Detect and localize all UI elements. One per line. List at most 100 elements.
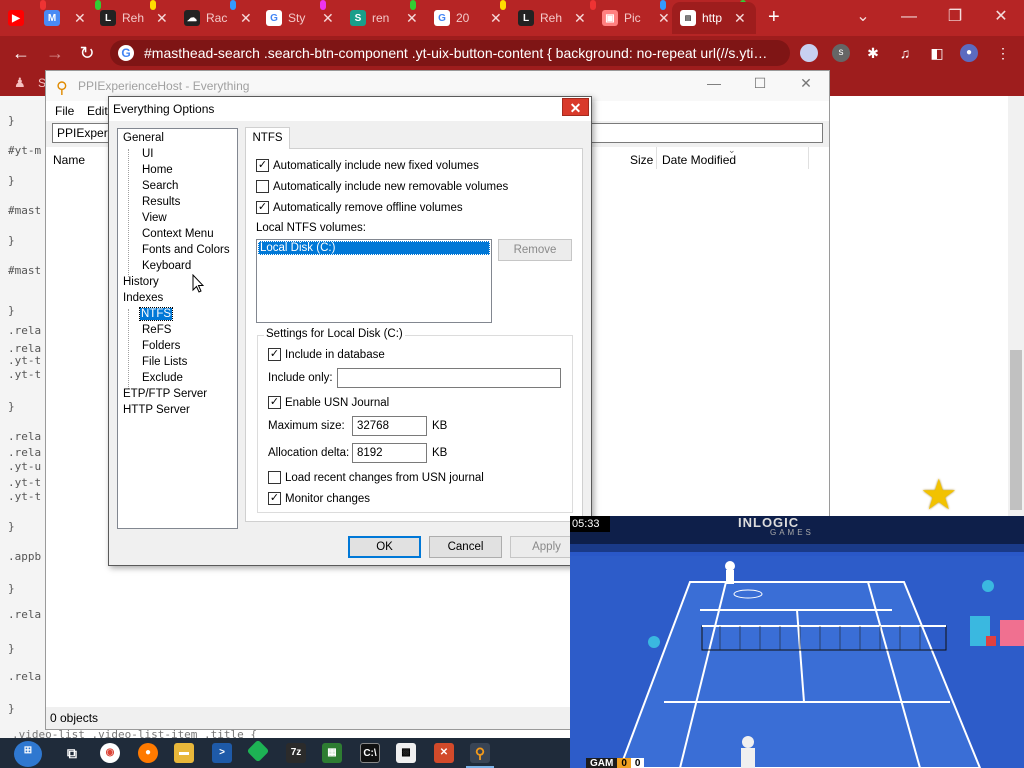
- tree-item-exclude[interactable]: Exclude: [142, 372, 183, 384]
- app-x-icon[interactable]: ✕: [434, 743, 454, 763]
- qr-icon[interactable]: ▩: [396, 743, 416, 763]
- tab-title: Rac: [206, 11, 228, 25]
- close-icon[interactable]: ✕: [574, 10, 586, 27]
- reload-icon[interactable]: ↻: [74, 40, 100, 66]
- include-fixed-volumes-checkbox[interactable]: ✓ Automatically include new fixed volume…: [256, 159, 479, 172]
- media-icon[interactable]: ♫: [896, 44, 914, 62]
- include-in-database-checkbox[interactable]: ✓ Include in database: [268, 348, 385, 361]
- browser-tab[interactable]: L Reh ✕: [92, 2, 168, 34]
- menu-icon[interactable]: ⋮: [994, 44, 1012, 62]
- column-divider[interactable]: [656, 147, 657, 169]
- tab-title: Reh: [540, 11, 563, 25]
- column-size[interactable]: Size: [630, 153, 653, 167]
- close-icon[interactable]: ✕: [74, 10, 86, 27]
- page-scrollbar-thumb[interactable]: [1010, 350, 1022, 510]
- close-icon[interactable]: ✕: [734, 10, 746, 27]
- browser-tab[interactable]: ▣ Pic ✕: [594, 2, 670, 34]
- youtube-icon: ▶: [8, 10, 24, 26]
- enable-usn-journal-checkbox[interactable]: ✓ Enable USN Journal: [268, 396, 389, 409]
- monitor-changes-checkbox[interactable]: ✓ Monitor changes: [268, 492, 370, 505]
- close-icon[interactable]: ✕: [490, 10, 502, 27]
- task-view-icon[interactable]: ⧉: [62, 743, 82, 763]
- checkbox-label: Monitor changes: [285, 492, 371, 505]
- close-icon[interactable]: ✕: [658, 10, 670, 27]
- column-date-modified[interactable]: Date Modified: [662, 153, 736, 167]
- close-icon[interactable]: ✕: [240, 10, 252, 27]
- include-removable-volumes-checkbox[interactable]: Automatically include new removable volu…: [256, 180, 508, 193]
- close-icon[interactable]: ✕: [406, 10, 418, 27]
- tab-ntfs[interactable]: NTFS: [245, 127, 290, 149]
- remove-button[interactable]: Remove: [498, 239, 572, 261]
- close-icon[interactable]: ✕: [156, 10, 168, 27]
- tree-item-view[interactable]: View: [142, 212, 167, 224]
- tree-item-etp-ftp-server[interactable]: ETP/FTP Server: [123, 388, 207, 400]
- tree-item-home[interactable]: Home: [142, 164, 173, 176]
- close-button[interactable]: ✕: [562, 98, 589, 116]
- tree-item-file-lists[interactable]: File Lists: [142, 356, 187, 368]
- extension-s-icon[interactable]: s: [832, 44, 850, 62]
- ok-button[interactable]: OK: [348, 536, 421, 558]
- include-only-input[interactable]: [337, 368, 561, 388]
- close-window-button[interactable]: ✕: [978, 2, 1024, 32]
- folder-icon[interactable]: ▬: [174, 743, 194, 763]
- tab-search-icon[interactable]: ⌄: [840, 2, 886, 32]
- tree-item-ntfs[interactable]: NTFS: [138, 307, 174, 321]
- tree-item-fonts-and-colors[interactable]: Fonts and Colors: [142, 244, 230, 256]
- remove-offline-volumes-checkbox[interactable]: ✓ Automatically remove offline volumes: [256, 201, 463, 214]
- powershell-icon[interactable]: >: [212, 743, 232, 763]
- tree-item-refs[interactable]: ReFS: [142, 324, 171, 336]
- address-bar[interactable]: G #masthead-search .search-btn-component…: [110, 40, 790, 66]
- maximum-size-input[interactable]: 32768: [352, 416, 427, 436]
- minimize-button[interactable]: —: [886, 2, 932, 32]
- options-tree: General UI Home Search Results View Cont…: [117, 128, 238, 529]
- chrome-icon[interactable]: ◉: [100, 743, 120, 763]
- cancel-button[interactable]: Cancel: [429, 536, 502, 558]
- column-name[interactable]: Name: [53, 153, 85, 167]
- tree-item-indexes[interactable]: Indexes: [123, 292, 163, 304]
- browser-tab-active[interactable]: ▤ http ✕: [672, 2, 756, 34]
- sidebar-icon[interactable]: ◧: [928, 44, 946, 62]
- volume-item[interactable]: Local Disk (C:): [258, 241, 490, 255]
- volumes-listbox[interactable]: Local Disk (C:): [256, 239, 492, 323]
- avatar[interactable]: ●: [960, 44, 978, 62]
- tree-item-folders[interactable]: Folders: [142, 340, 180, 352]
- person-icon[interactable]: ♟: [14, 75, 26, 91]
- browser-tab[interactable]: M ✕: [36, 2, 86, 34]
- browser-tab[interactable]: S ren ✕: [342, 2, 418, 34]
- load-recent-changes-checkbox[interactable]: Load recent changes from USN journal: [268, 471, 484, 484]
- maximum-size-label: Maximum size:: [268, 420, 345, 432]
- browser-tab[interactable]: ☁ Rac ✕: [176, 2, 252, 34]
- 7zip-icon[interactable]: 7z: [286, 743, 306, 763]
- menu-file[interactable]: File: [55, 104, 74, 118]
- back-icon[interactable]: ←: [8, 40, 34, 66]
- browser-tab[interactable]: G Sty ✕: [258, 2, 334, 34]
- browser-tab[interactable]: L Reh ✕: [510, 2, 586, 34]
- tree-item-ui[interactable]: UI: [142, 148, 154, 160]
- menu-edit[interactable]: Edit: [87, 104, 108, 118]
- terminal-icon[interactable]: C:\: [360, 743, 380, 763]
- tree-item-search[interactable]: Search: [142, 180, 178, 192]
- tree-item-keyboard[interactable]: Keyboard: [142, 260, 191, 272]
- sheet-icon[interactable]: ▦: [322, 743, 342, 763]
- allocation-delta-input[interactable]: 8192: [352, 443, 427, 463]
- maximize-button[interactable]: ☐: [746, 75, 774, 97]
- game-video-overlay[interactable]: 05:33 INLOGIC GAMES GAM 0 0: [570, 516, 1024, 768]
- close-button[interactable]: ✕: [792, 75, 820, 97]
- puzzle-icon[interactable]: ✱: [864, 44, 882, 62]
- maximize-button[interactable]: ❐: [932, 2, 978, 32]
- tree-item-results[interactable]: Results: [142, 196, 180, 208]
- close-icon[interactable]: ✕: [322, 10, 334, 27]
- new-tab-button[interactable]: +: [768, 6, 780, 29]
- firefox-icon[interactable]: ●: [138, 743, 158, 763]
- tree-item-http-server[interactable]: HTTP Server: [123, 404, 190, 416]
- minimize-button[interactable]: —: [700, 75, 728, 97]
- start-button[interactable]: ⊞: [14, 741, 42, 767]
- everything-taskbar-icon[interactable]: ⚲: [466, 743, 494, 768]
- column-divider[interactable]: [808, 147, 809, 169]
- browser-tab[interactable]: G 20 ✕: [426, 2, 502, 34]
- tree-item-history[interactable]: History: [123, 276, 159, 288]
- extension-flag-icon[interactable]: [800, 44, 818, 62]
- tree-item-general[interactable]: General: [123, 132, 164, 144]
- tree-item-context-menu[interactable]: Context Menu: [142, 228, 214, 240]
- forward-icon[interactable]: →: [42, 40, 68, 66]
